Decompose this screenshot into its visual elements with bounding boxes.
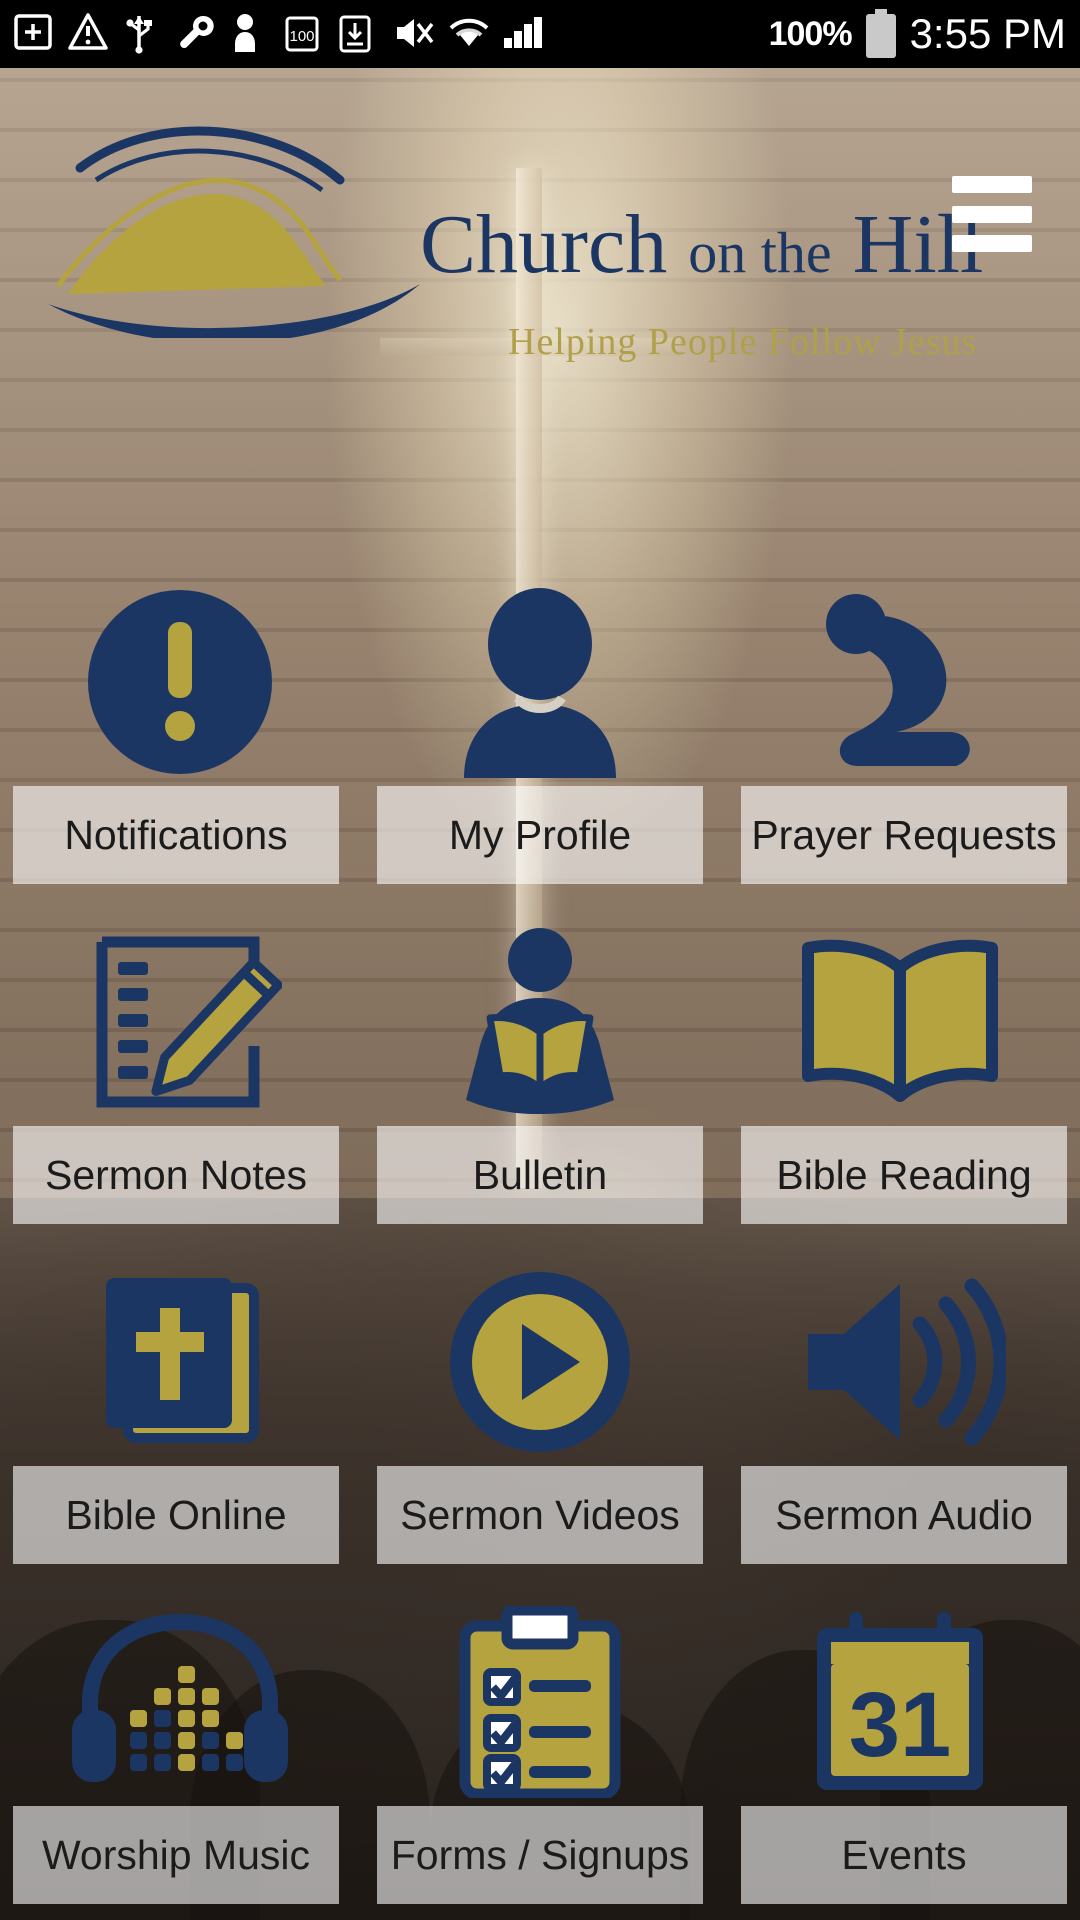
tile-label: Events	[741, 1806, 1067, 1904]
tile-label: Forms / Signups	[377, 1806, 703, 1904]
tile-label: Notifications	[13, 786, 339, 884]
bible-cross-book-icon	[84, 1250, 276, 1458]
speaker-icon	[794, 1250, 1006, 1458]
kneeling-person-icon	[800, 570, 1000, 778]
tile-prayer-requests[interactable]: Prayer Requests	[720, 560, 1080, 900]
tile-bible-reading[interactable]: Bible Reading	[720, 900, 1080, 1240]
tile-bulletin[interactable]: Bulletin	[360, 900, 720, 1240]
tile-sermon-audio[interactable]: Sermon Audio	[720, 1240, 1080, 1580]
tile-label: Sermon Videos	[377, 1466, 703, 1564]
tile-events[interactable]: 31 Events	[720, 1580, 1080, 1920]
signal-icon	[500, 12, 542, 56]
menu-grid: Notifications My Profile Prayer Requests	[0, 560, 1080, 1920]
notepad-pencil-icon	[78, 910, 282, 1118]
app-header: Church on the Hill Helping People Follow…	[0, 68, 1080, 363]
svg-text:31: 31	[849, 1674, 951, 1776]
person-reading-icon	[438, 910, 642, 1118]
svg-text:100: 100	[289, 28, 314, 45]
tile-sermon-notes[interactable]: Sermon Notes	[0, 900, 360, 1240]
open-book-icon	[794, 910, 1006, 1118]
tile-forms-signups[interactable]: Forms / Signups	[360, 1580, 720, 1920]
tile-label: Bible Online	[13, 1466, 339, 1564]
tile-label: Bulletin	[377, 1126, 703, 1224]
hamburger-menu-icon[interactable]	[952, 176, 1032, 252]
usb-icon	[122, 12, 160, 56]
headphones-equalizer-icon	[64, 1590, 296, 1798]
wifi-icon	[446, 12, 489, 56]
church-logo: Church on the Hill Helping People Follow…	[40, 90, 1010, 363]
app-screen: 100 100% 3:55 PM Church on the Hill Help…	[0, 0, 1080, 1920]
battery-saver-icon: 100	[284, 12, 322, 56]
tile-bible-online[interactable]: Bible Online	[0, 1240, 360, 1580]
person-icon	[230, 12, 268, 56]
logo-word-onthe: on the	[688, 220, 832, 285]
battery-icon	[864, 9, 898, 59]
status-bar: 100 100% 3:55 PM	[0, 0, 1080, 68]
tile-label: Bible Reading	[741, 1126, 1067, 1224]
tile-label: My Profile	[377, 786, 703, 884]
tile-label: Worship Music	[13, 1806, 339, 1904]
add-contact-icon	[14, 12, 52, 56]
tile-my-profile[interactable]: My Profile	[360, 560, 720, 900]
logo-tagline: Helping People Follow Jesus	[508, 321, 978, 363]
clock-label: 3:55 PM	[909, 10, 1066, 57]
status-bar-icon-group: 100	[14, 12, 769, 56]
wrench-icon	[176, 12, 214, 56]
logo-word-church: Church	[420, 198, 668, 291]
download-icon	[338, 12, 376, 56]
status-bar-right: 100% 3:55 PM	[769, 9, 1066, 59]
calendar-31-icon: 31	[805, 1590, 995, 1798]
logo-wordmark: Church on the Hill	[420, 196, 983, 293]
play-circle-icon	[444, 1250, 636, 1458]
battery-percent-label: 100%	[768, 14, 853, 53]
tile-label: Sermon Notes	[13, 1126, 339, 1224]
tile-notifications[interactable]: Notifications	[0, 560, 360, 900]
tile-label: Sermon Audio	[741, 1466, 1067, 1564]
warning-icon	[68, 12, 108, 56]
exclamation-circle-icon	[84, 570, 276, 778]
clipboard-checklist-icon	[451, 1590, 629, 1798]
person-bust-icon	[440, 570, 640, 778]
tile-label: Prayer Requests	[741, 786, 1067, 884]
tile-sermon-videos[interactable]: Sermon Videos	[360, 1240, 720, 1580]
tile-worship-music[interactable]: Worship Music	[0, 1580, 360, 1920]
mute-icon	[392, 12, 434, 56]
